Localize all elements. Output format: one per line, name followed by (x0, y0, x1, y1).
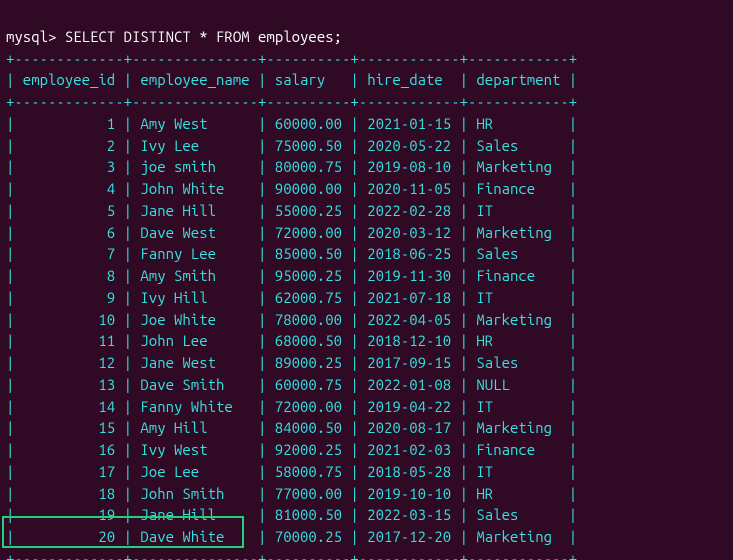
prompt-prefix: mysql> (6, 28, 65, 45)
table-row: | 9 | Ivy Hill | 62000.75 | 2021-07-18 |… (6, 289, 577, 306)
table-row: | 12 | Jane West | 89000.25 | 2017-09-15… (6, 354, 577, 371)
table-row: | 13 | Dave Smith | 60000.75 | 2022-01-0… (6, 376, 577, 393)
table-bottom-border: +-------------+---------------+---------… (6, 550, 577, 560)
table-row: | 8 | Amy Smith | 95000.25 | 2019-11-30 … (6, 267, 577, 284)
mysql-prompt: mysql> SELECT DISTINCT * FROM employees; (6, 28, 342, 45)
table-row: | 1 | Amy West | 60000.00 | 2021-01-15 |… (6, 115, 577, 132)
table-header-row: | employee_id | employee_name | salary |… (6, 71, 577, 88)
table-row: | 4 | John White | 90000.00 | 2020-11-05… (6, 180, 577, 197)
table-row: | 16 | Ivy West | 92000.25 | 2021-02-03 … (6, 441, 577, 458)
table-row: | 2 | Ivy Lee | 75000.50 | 2020-05-22 | … (6, 137, 577, 154)
table-row: | 10 | Joe White | 78000.00 | 2022-04-05… (6, 311, 577, 328)
table-row: | 3 | joe smith | 80000.75 | 2019-08-10 … (6, 158, 577, 175)
sql-query: SELECT DISTINCT * FROM employees; (65, 28, 342, 45)
table-row: | 20 | Dave White | 70000.25 | 2017-12-2… (6, 528, 577, 545)
table-row: | 11 | John Lee | 68000.50 | 2018-12-10 … (6, 332, 577, 349)
table-row: | 5 | Jane Hill | 55000.25 | 2022-02-28 … (6, 202, 577, 219)
table-row: | 18 | John Smith | 77000.00 | 2019-10-1… (6, 485, 577, 502)
table-row: | 6 | Dave West | 72000.00 | 2020-03-12 … (6, 224, 577, 241)
table-top-border: +-------------+---------------+---------… (6, 50, 577, 67)
table-row: | 7 | Fanny Lee | 85000.50 | 2018-06-25 … (6, 245, 577, 262)
table-row: | 15 | Amy Hill | 84000.50 | 2020-08-17 … (6, 419, 577, 436)
terminal-output[interactable]: mysql> SELECT DISTINCT * FROM employees;… (0, 0, 733, 560)
table-header-separator: +-------------+---------------+---------… (6, 93, 577, 110)
table-row: | 14 | Fanny White | 72000.00 | 2019-04-… (6, 398, 577, 415)
table-row: | 19 | Jane Hill | 81000.50 | 2022-03-15… (6, 506, 577, 523)
table-row: | 17 | Joe Lee | 58000.75 | 2018-05-28 |… (6, 463, 577, 480)
